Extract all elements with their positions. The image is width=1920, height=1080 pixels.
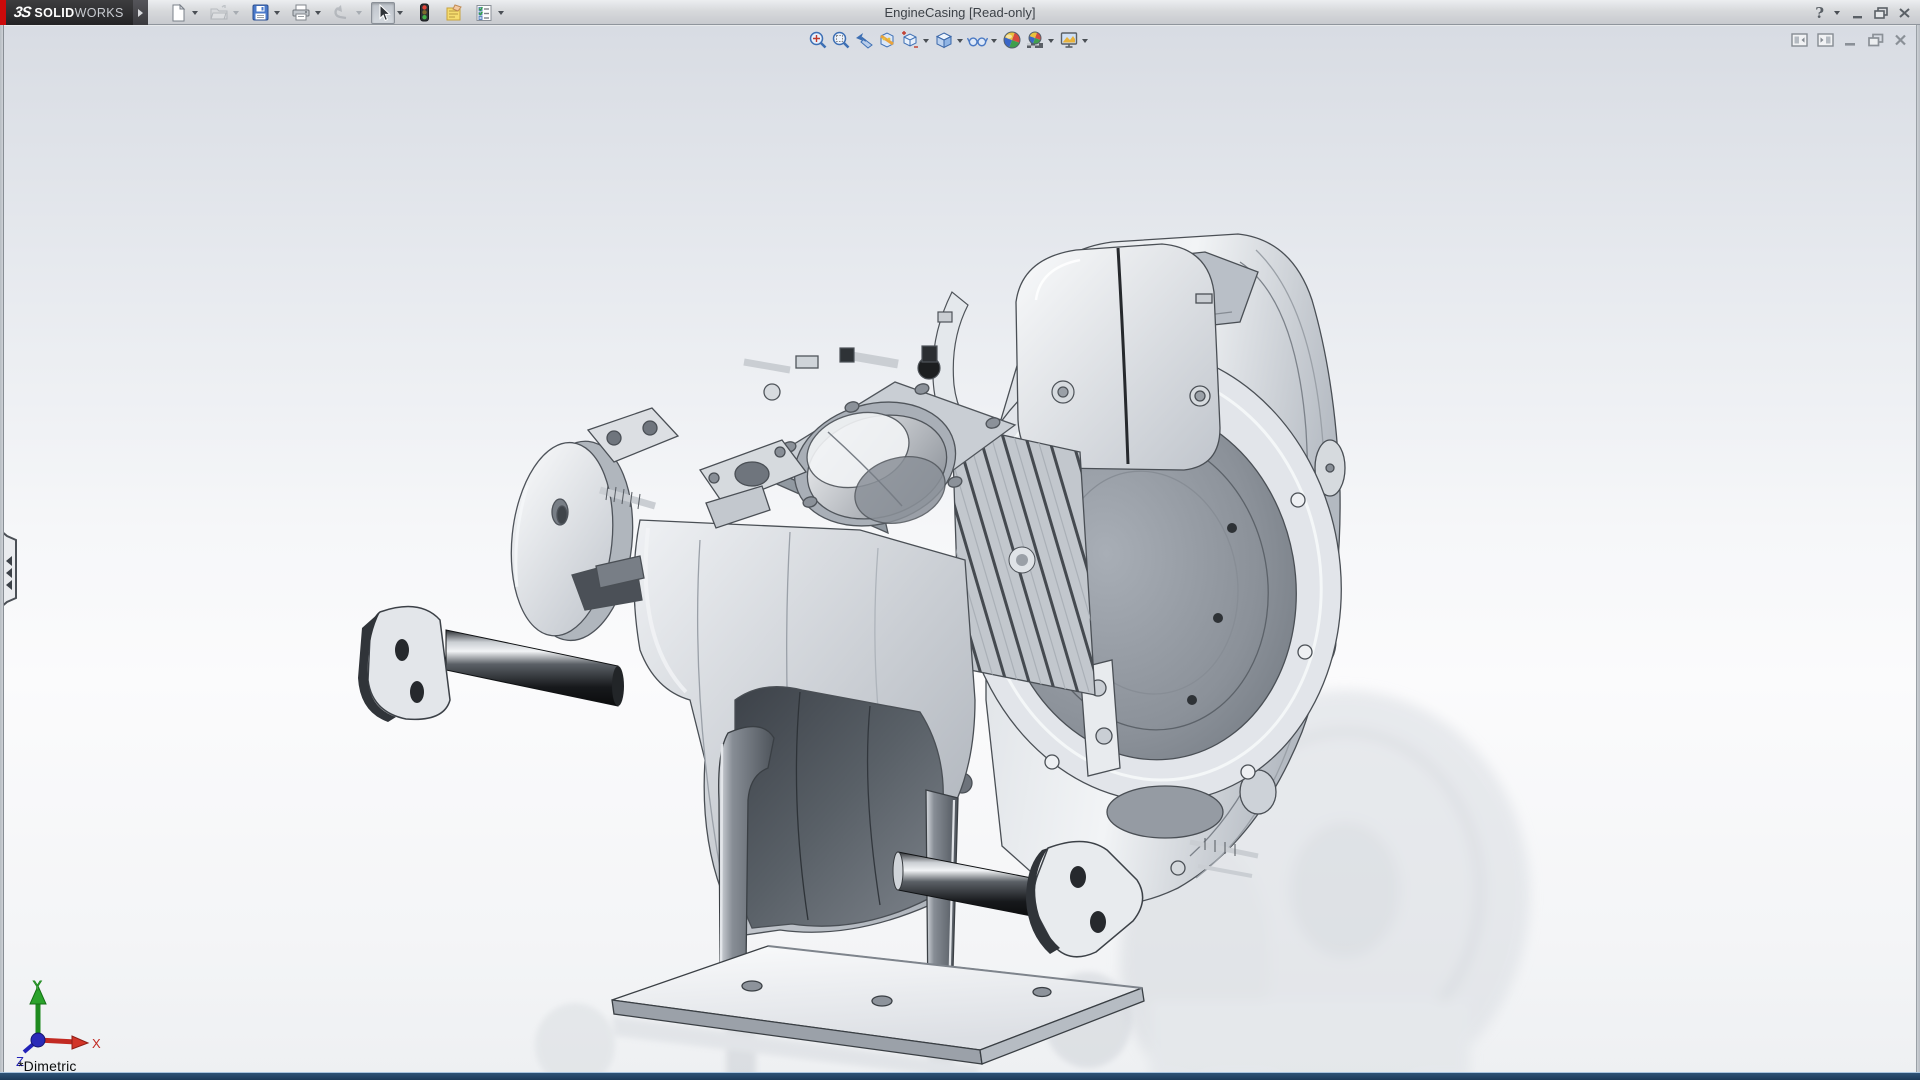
- hide-show-items-caret[interactable]: [991, 38, 997, 46]
- view-orientation-caret[interactable]: [923, 38, 929, 46]
- file-properties-icon: [444, 3, 464, 23]
- new-document-icon: [168, 3, 188, 23]
- display-style-button[interactable]: [932, 29, 955, 51]
- minimize-document-icon: [1845, 43, 1855, 46]
- close-document-button[interactable]: [1893, 30, 1908, 50]
- window-edge-right: [1916, 25, 1920, 1080]
- previous-view-button[interactable]: [852, 29, 875, 51]
- help-button[interactable]: ?: [1815, 3, 1824, 23]
- standard-toolbar: [166, 1, 507, 24]
- display-style-caret[interactable]: [957, 38, 963, 46]
- document-window-controls: [1791, 30, 1908, 50]
- select-dropdown-caret[interactable]: [397, 11, 403, 18]
- close-document-icon: [1895, 34, 1906, 46]
- minimize-document-button[interactable]: [1843, 30, 1858, 50]
- help-dropdown-caret[interactable]: [1834, 11, 1840, 18]
- print-button[interactable]: [289, 2, 313, 24]
- rebuild-button[interactable]: [412, 2, 436, 24]
- print-icon: [291, 3, 311, 23]
- close-icon: [1899, 7, 1910, 18]
- pane-left-icon: [1791, 33, 1808, 47]
- solidworks-logo-glyph: 3S: [12, 4, 32, 21]
- triad-x-axis: X: [37, 1035, 101, 1051]
- top-cover[interactable]: [1015, 243, 1221, 471]
- apply-scene-caret[interactable]: [1048, 38, 1054, 46]
- brand-name-bold: SOLID: [34, 5, 75, 20]
- view-settings-button[interactable]: [1057, 29, 1080, 51]
- undo-icon: [332, 3, 352, 23]
- previous-view-icon: [853, 30, 874, 51]
- options-checklist-icon: [474, 3, 494, 23]
- undo-dropdown-caret[interactable]: [356, 11, 362, 18]
- zoom-to-fit-icon: [807, 30, 828, 51]
- save-button[interactable]: [248, 2, 272, 24]
- zoom-to-area-icon: [830, 30, 851, 51]
- apply-scene-button[interactable]: [1023, 29, 1046, 51]
- rod-flange-left: [367, 605, 451, 721]
- select-tool-button[interactable]: [371, 1, 395, 24]
- triad-x-label: X: [92, 1036, 101, 1051]
- show-pane-left-button[interactable]: [1791, 30, 1808, 50]
- select-cursor-icon: [373, 3, 393, 23]
- display-style-icon: [933, 30, 954, 51]
- restore-document-icon: [1868, 33, 1884, 47]
- triad-y-label: Y: [33, 978, 42, 993]
- window-edge-left: [0, 25, 4, 1080]
- view-orientation-icon: [899, 30, 920, 51]
- open-dropdown-caret[interactable]: [233, 11, 239, 18]
- minimize-button[interactable]: [1851, 3, 1865, 23]
- undo-button[interactable]: [330, 2, 354, 24]
- file-properties-button[interactable]: [442, 2, 466, 24]
- view-settings-caret[interactable]: [1082, 38, 1088, 46]
- minimize-icon: [1853, 15, 1862, 18]
- help-icon: ?: [1815, 3, 1824, 22]
- brand-name-light: WORKS: [74, 5, 124, 20]
- section-view-icon: [876, 30, 897, 51]
- view-settings-icon: [1058, 30, 1079, 51]
- options-button[interactable]: [472, 2, 496, 24]
- restore-document-button[interactable]: [1867, 30, 1884, 50]
- solidworks-logo: 3S SOLID WORKS: [6, 0, 133, 25]
- print-dropdown-caret[interactable]: [315, 11, 321, 18]
- headsup-view-toolbar: [806, 29, 1091, 51]
- open-document-button[interactable]: [207, 2, 231, 24]
- edit-appearance-button[interactable]: [1000, 29, 1023, 51]
- apply-scene-icon: [1024, 30, 1045, 51]
- window-controls: ?: [1815, 0, 1912, 25]
- zoom-to-fit-button[interactable]: [806, 29, 829, 51]
- menu-expand-arrow-icon: [137, 8, 147, 17]
- pane-right-icon: [1817, 33, 1834, 47]
- save-dropdown-caret[interactable]: [274, 11, 280, 18]
- view-orientation-button[interactable]: [898, 29, 921, 51]
- hide-show-items-button[interactable]: [966, 29, 989, 51]
- show-pane-right-button[interactable]: [1817, 30, 1834, 50]
- titlebar: 3S SOLID WORKS EngineCasing [Read-only] …: [0, 0, 1920, 25]
- triad-y-axis: Y: [29, 978, 47, 1040]
- close-button[interactable]: [1897, 3, 1912, 23]
- menu-expand-button[interactable]: [133, 0, 148, 25]
- save-floppy-icon: [250, 3, 270, 23]
- open-folder-icon: [209, 3, 229, 23]
- section-view-button[interactable]: [875, 29, 898, 51]
- zoom-to-area-button[interactable]: [829, 29, 852, 51]
- left-cover-disc[interactable]: [502, 434, 642, 645]
- appearance-ball-icon: [1001, 30, 1022, 51]
- restore-icon: [1874, 6, 1888, 19]
- status-bar-strip: [0, 1072, 1920, 1080]
- engine-casing-model[interactable]: [0, 26, 1920, 1080]
- eyeglasses-icon: [967, 30, 988, 51]
- graphics-viewport[interactable]: Y X Z *Dimetric: [0, 26, 1920, 1080]
- options-dropdown-caret[interactable]: [498, 11, 504, 18]
- restore-button[interactable]: [1873, 3, 1889, 23]
- new-document-button[interactable]: [166, 2, 190, 24]
- new-dropdown-caret[interactable]: [192, 11, 198, 18]
- traffic-light-icon: [414, 3, 434, 23]
